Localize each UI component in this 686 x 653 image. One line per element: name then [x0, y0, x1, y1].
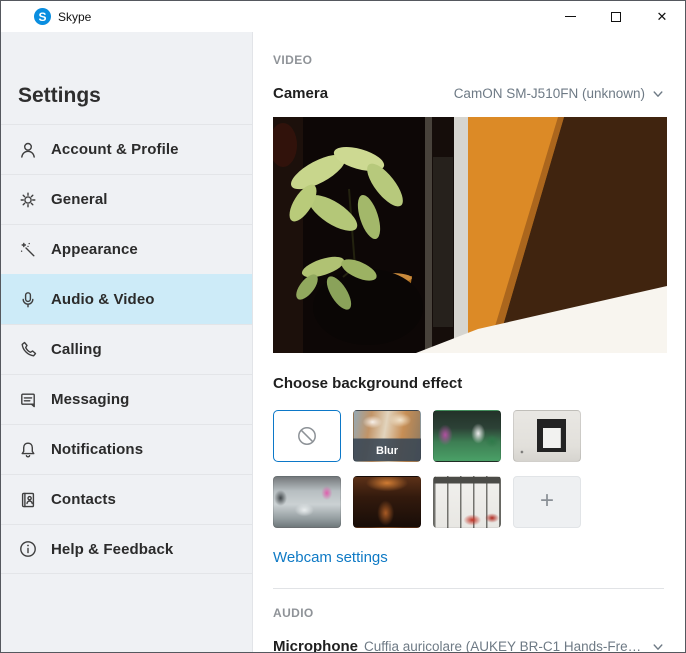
- close-icon: ✕: [656, 9, 668, 24]
- microphone-row: Microphone Cuffia auricolare (AUKEY BR-C…: [273, 637, 664, 652]
- microphone-label: Microphone: [273, 638, 358, 652]
- sidebar-item-messaging[interactable]: Messaging: [1, 374, 252, 424]
- sidebar-item-general[interactable]: General: [1, 174, 252, 224]
- sidebar-item-appearance[interactable]: Appearance: [1, 224, 252, 274]
- sidebar-item-contacts[interactable]: Contacts: [1, 474, 252, 524]
- sidebar-item-calling[interactable]: Calling: [1, 324, 252, 374]
- blur-label: Blur: [376, 445, 398, 457]
- person-icon: [18, 140, 38, 160]
- camera-select[interactable]: CamON SM-J510FN (unknown): [454, 86, 664, 101]
- sidebar-item-label: General: [51, 191, 108, 208]
- skype-settings-window: S Skype ✕ Settings Account & Profile Gen…: [0, 0, 686, 653]
- microphone-icon: [18, 290, 38, 310]
- camera-preview-image: [273, 117, 667, 353]
- sidebar-item-label: Messaging: [51, 391, 130, 408]
- gear-icon: [18, 190, 38, 210]
- settings-sidebar: Settings Account & Profile General Appea…: [1, 32, 253, 652]
- message-icon: [18, 390, 38, 410]
- skype-logo-icon: S: [34, 8, 51, 25]
- titlebar: S Skype ✕: [1, 1, 685, 32]
- effect-none-button[interactable]: [273, 410, 341, 462]
- background-effect-heading: Choose background effect: [273, 375, 463, 392]
- sidebar-item-label: Contacts: [51, 491, 116, 508]
- sidebar-item-notifications[interactable]: Notifications: [1, 424, 252, 474]
- section-divider: [273, 588, 664, 589]
- sidebar-item-label: Audio & Video: [51, 291, 155, 308]
- effect-background-gym-button[interactable]: [433, 410, 501, 462]
- effect-background-cafe-button[interactable]: [433, 476, 501, 528]
- maximize-icon: [611, 11, 621, 22]
- sidebar-item-label: Help & Feedback: [51, 540, 174, 558]
- chevron-down-icon: [652, 641, 664, 653]
- audio-video-settings-panel: VIDEO Camera CamON SM-J510FN (unknown) C…: [253, 32, 685, 652]
- sidebar-item-label: Account & Profile: [51, 141, 179, 158]
- close-button[interactable]: ✕: [639, 1, 685, 32]
- audio-section-header: AUDIO: [273, 606, 314, 620]
- camera-label: Camera: [273, 85, 329, 102]
- effect-background-hallway-button[interactable]: [513, 410, 581, 462]
- window-title: Skype: [58, 9, 92, 24]
- sidebar-item-label: Appearance: [51, 241, 138, 258]
- sidebar-item-label: Calling: [51, 341, 102, 358]
- camera-select-value: CamON SM-J510FN (unknown): [453, 86, 645, 101]
- microphone-select-value: Cuffia auricolare (AUKEY BR-C1 Hands-Fre…: [364, 639, 645, 652]
- sidebar-item-audio-video[interactable]: Audio & Video: [1, 274, 252, 324]
- page-title: Settings: [18, 84, 101, 107]
- bell-icon: [18, 440, 38, 460]
- minimize-icon: [564, 16, 576, 17]
- effect-blur-button[interactable]: Blur: [353, 410, 421, 462]
- sidebar-item-account-profile[interactable]: Account & Profile: [1, 124, 252, 174]
- camera-preview: [273, 117, 667, 353]
- add-background-button[interactable]: +: [513, 476, 581, 528]
- sidebar-item-help-feedback[interactable]: Help & Feedback: [1, 524, 252, 574]
- info-icon: [18, 539, 38, 559]
- effect-background-street-button[interactable]: [353, 476, 421, 528]
- plus-icon: +: [539, 487, 554, 514]
- contacts-icon: [18, 490, 38, 510]
- settings-nav: Account & Profile General Appearance Aud…: [1, 124, 252, 574]
- effect-background-store-button[interactable]: [273, 476, 341, 528]
- webcam-settings-link[interactable]: Webcam settings: [273, 549, 388, 567]
- video-section-header: VIDEO: [273, 53, 313, 67]
- background-effect-list: Blur +: [273, 410, 605, 528]
- microphone-select[interactable]: Cuffia auricolare (AUKEY BR-C1 Hands-Fre…: [364, 639, 664, 652]
- chevron-down-icon: [652, 88, 664, 100]
- wand-icon: [18, 240, 38, 260]
- minimize-button[interactable]: [547, 1, 593, 32]
- phone-icon: [18, 340, 38, 360]
- camera-row: Camera CamON SM-J510FN (unknown): [273, 84, 664, 103]
- none-icon: [298, 427, 316, 445]
- maximize-button[interactable]: [593, 1, 639, 32]
- window-controls: ✕: [547, 1, 685, 32]
- sidebar-item-label: Notifications: [51, 441, 144, 458]
